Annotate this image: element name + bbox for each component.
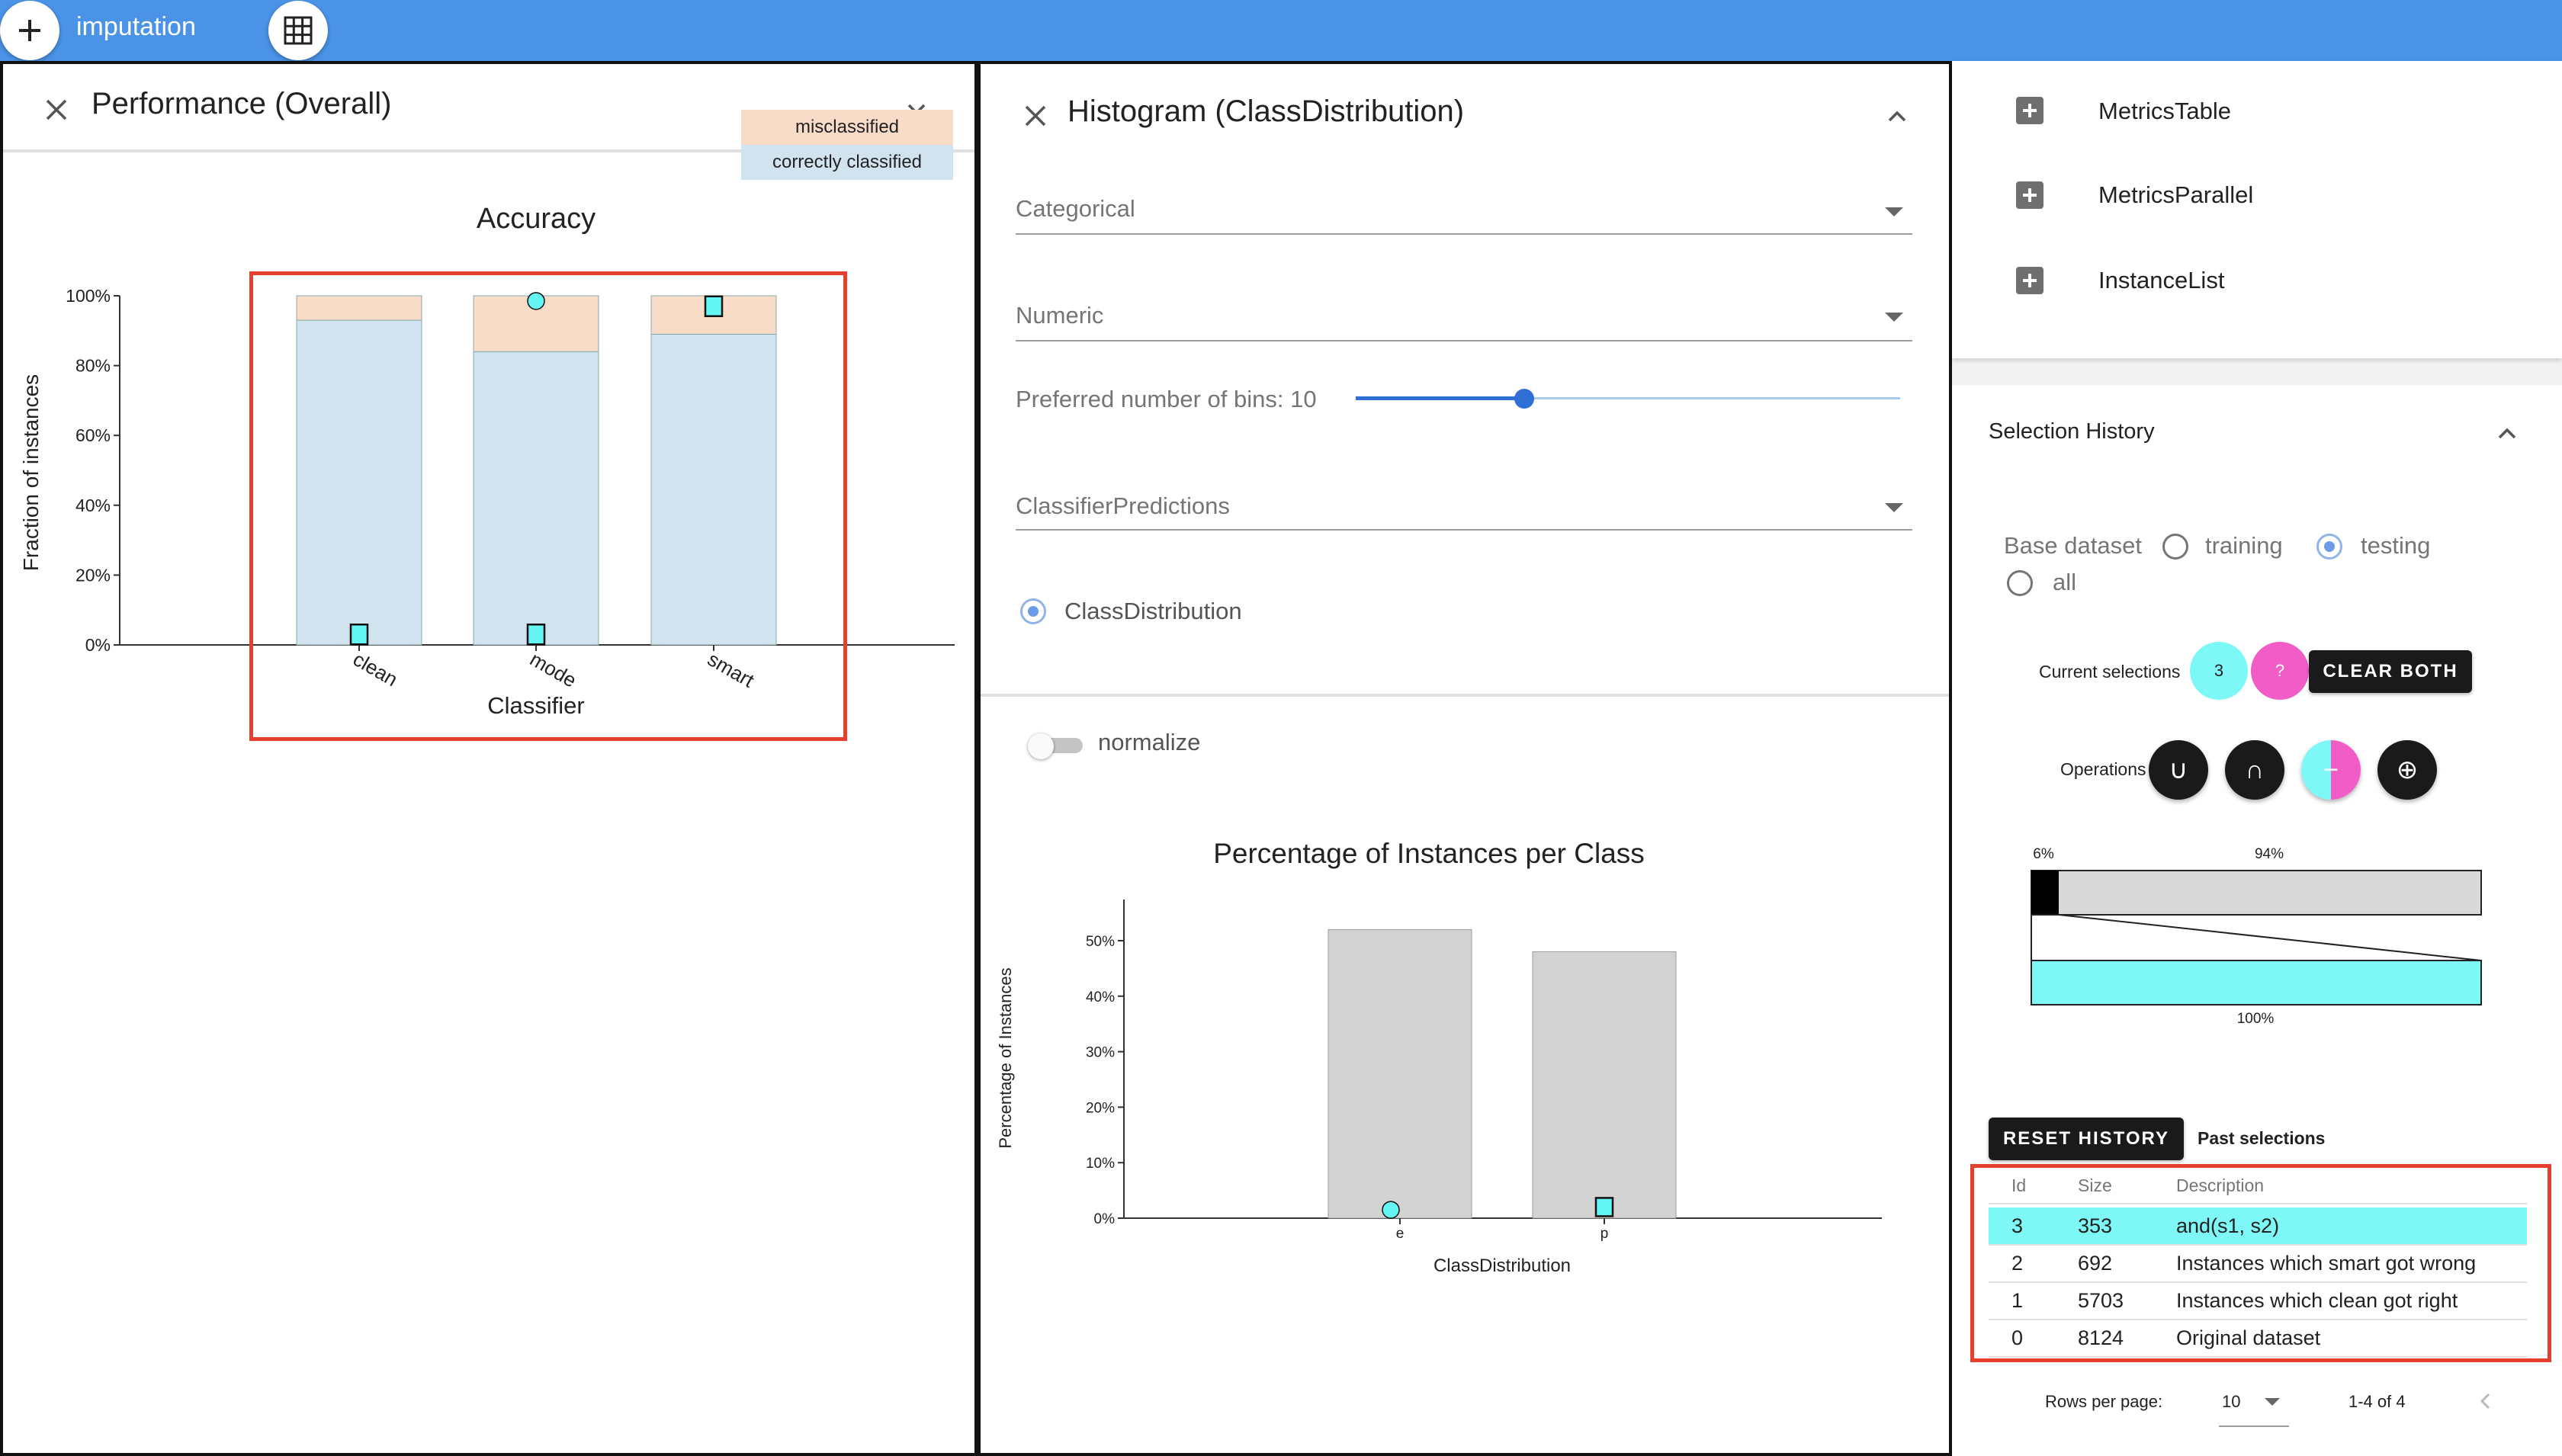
add-icon[interactable] [2016,267,2043,294]
histogram-bar[interactable] [1532,951,1677,1219]
operations-label: Operations [2060,759,2146,779]
layout-grid-button[interactable] [268,1,328,60]
y-tick-label: 40% [75,495,111,515]
training-radio[interactable] [2162,534,2188,560]
widget-item-metrics-table[interactable]: MetricsTable [2098,98,2231,125]
difference-button[interactable]: − [2301,740,2361,800]
bins-slider[interactable] [1356,389,1900,409]
clear-both-button[interactable]: CLEAR BOTH [2309,650,2472,693]
close-icon[interactable] [1022,102,1049,130]
selection-1-chip[interactable]: 3 [2190,642,2248,700]
dropdown-arrow-icon[interactable] [2265,1398,2280,1406]
chevron-up-icon[interactable] [1883,102,1911,130]
rows-per-page-select[interactable]: 10 [2222,1392,2240,1412]
pagination-label: 1-4 of 4 [2348,1392,2406,1411]
selection-marker-square [1594,1197,1614,1217]
numeric-select[interactable]: Numeric [1016,302,1103,329]
testing-label: testing [2361,532,2431,559]
dropdown-arrow-icon[interactable] [1885,313,1903,322]
chart-title: Percentage of Instances per Class [1213,838,1645,869]
dropdown-arrow-icon[interactable] [1885,503,1903,512]
plus-icon [19,20,40,41]
field-underline [1016,529,1912,531]
app-title: imputation [76,12,196,41]
all-label: all [2053,569,2077,595]
panel-header: Histogram (ClassDistribution) [981,64,1949,149]
selection-history-title: Selection History [1989,419,2155,444]
grid-icon [284,16,313,45]
selection-2-chip[interactable]: ? [2251,642,2309,700]
top-bar [0,0,2562,61]
all-radio[interactable] [2007,570,2033,596]
y-tick-label: 0% [1094,1211,1116,1227]
widget-item-instance-list[interactable]: InstanceList [2098,267,2224,294]
y-tick-label: 20% [75,565,111,585]
panel-title: Performance (Overall) [92,87,392,120]
class-distribution-radio[interactable] [1020,598,1046,624]
panel-title: Histogram (ClassDistribution) [1068,95,1465,128]
close-icon[interactable] [43,96,70,123]
normalize-toggle[interactable] [1028,733,1084,759]
widget-item-metrics-parallel[interactable]: MetricsParallel [2098,181,2253,209]
x-tick-label: p [1600,1226,1609,1242]
chevron-up-icon[interactable] [2493,419,2521,447]
past-selections-label: Past selections [2198,1128,2326,1148]
section-divider [981,694,1949,697]
class-distribution-label: ClassDistribution [1064,598,1242,624]
overlap-bottom-pct: 100% [2237,1011,2275,1027]
histogram-bar[interactable] [1328,928,1472,1219]
intersection-button[interactable]: ∩ [2225,740,2284,800]
legend-misclassified: misclassified [741,110,953,145]
overlap-left-pct: 6% [2033,846,2054,862]
y-tick-label: 100% [66,286,111,306]
y-tick-label: 10% [1086,1156,1115,1172]
histogram-chart: Percentage of Instances per Class Percen… [996,838,1882,1276]
rows-per-page-label: Rows per page: [2045,1392,2163,1411]
overlap-segment [2031,871,2059,915]
y-axis-label: Percentage of Instances [996,967,1015,1148]
add-widget-button[interactable] [0,1,59,60]
x-axis-label: ClassDistribution [1434,1256,1571,1276]
slider-fill [1356,396,1525,400]
base-dataset-label: Base dataset [2004,532,2142,559]
add-icon[interactable] [2016,97,2043,124]
y-tick-label: 20% [1086,1100,1115,1116]
current-selections-label: Current selections [2039,662,2181,681]
toggle-thumb [1028,733,1054,759]
training-label: training [2205,532,2283,559]
y-tick-label: 40% [1086,989,1115,1005]
xor-button[interactable]: ⊕ [2377,740,2437,800]
y-tick-label: 30% [1086,1045,1115,1061]
categorical-select[interactable]: Categorical [1016,195,1135,223]
selection-1-bar [2031,870,2482,916]
normalize-label: normalize [1098,729,1201,755]
field-underline [1016,233,1912,235]
chart-title: Accuracy [477,203,596,235]
overlap-connector [2031,914,2482,961]
x-tick-label: e [1396,1226,1405,1242]
highlight-box [249,271,847,741]
y-tick-label: 0% [85,635,111,655]
union-button[interactable]: ∪ [2149,740,2208,800]
selection-overlap-graphic: 6% 94% 100% [2031,846,2482,1027]
y-tick-label: 60% [75,425,111,445]
bins-label: Preferred number of bins: 10 [1016,386,1317,412]
y-tick-label: 50% [1086,934,1115,950]
field-underline [1016,340,1912,342]
dropdown-arrow-icon[interactable] [1885,207,1903,216]
y-axis-label: Fraction of instances [19,374,43,571]
widget-list: MetricsTable MetricsParallel InstanceLis… [1952,61,2562,358]
selection-2-bar [2031,960,2482,1005]
classifier-predictions-select[interactable]: ClassifierPredictions [1016,492,1230,520]
highlight-box [1970,1164,2551,1362]
add-icon[interactable] [2016,181,2043,209]
overlap-right-pct: 94% [2255,846,2284,862]
chevron-left-icon[interactable] [2475,1390,2496,1412]
slider-thumb[interactable] [1514,389,1535,409]
select-underline [2219,1426,2289,1427]
reset-history-button[interactable]: RESET HISTORY [1989,1118,2184,1160]
y-tick-label: 80% [75,356,111,376]
testing-radio[interactable] [2316,534,2342,560]
selection-marker-circle [1382,1201,1400,1219]
